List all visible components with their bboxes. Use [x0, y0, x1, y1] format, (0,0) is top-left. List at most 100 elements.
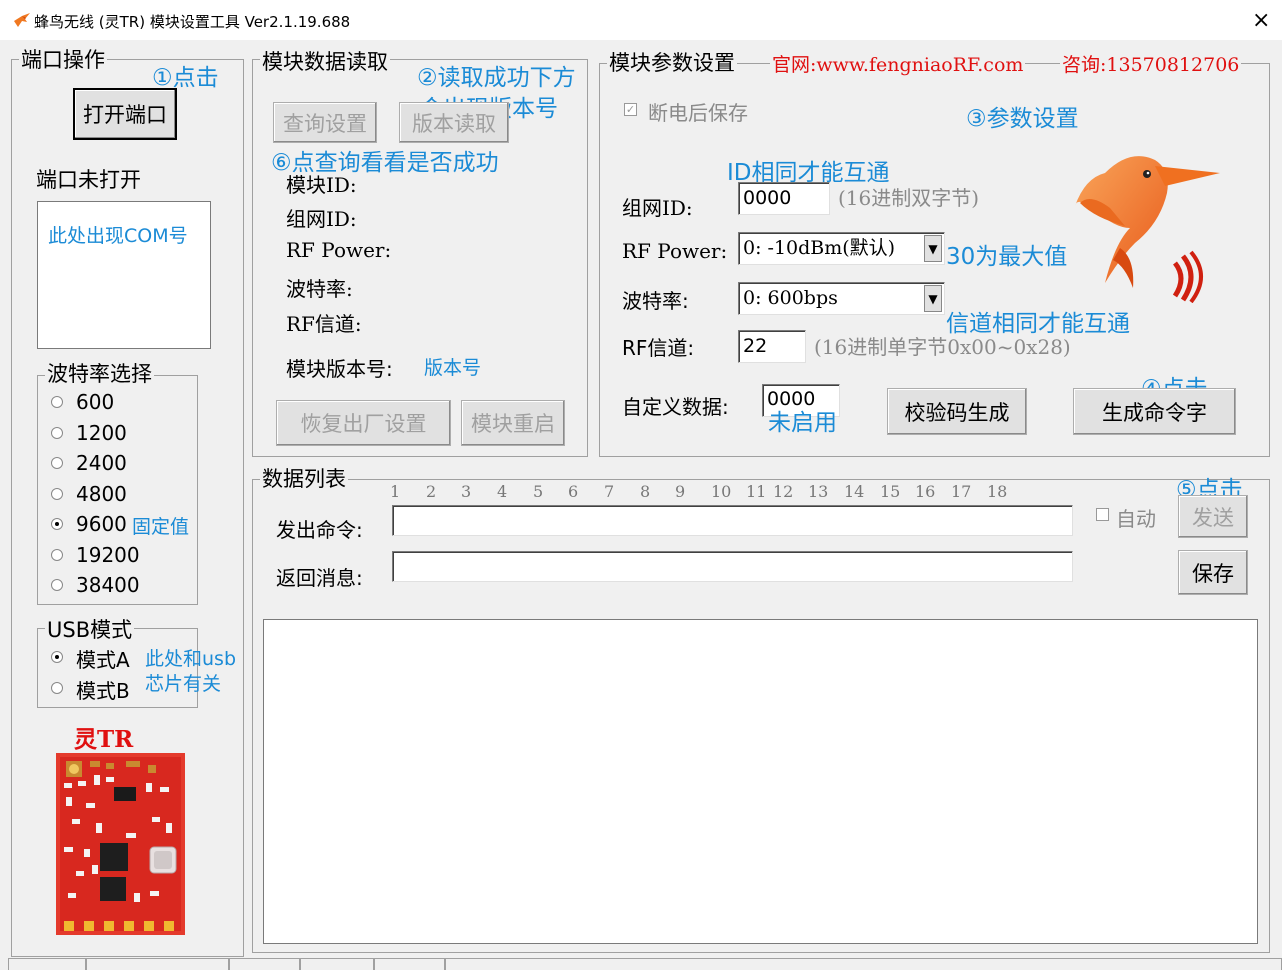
- status-cell: [300, 958, 374, 970]
- ruler-mark: 6: [568, 482, 579, 501]
- auto-label: 自动: [1116, 507, 1156, 531]
- baud-radio-4800[interactable]: [51, 488, 63, 500]
- chip-module-image: [56, 753, 185, 935]
- annotation-max-value: 30为最大值: [946, 244, 1068, 270]
- auto-checkbox[interactable]: [1096, 508, 1109, 521]
- annotation-read-line1: ②读取成功下方: [417, 65, 576, 91]
- port-group-title: 端口操作: [19, 48, 107, 72]
- datalist-group-title: 数据列表: [260, 467, 348, 491]
- ruler-mark: 1: [390, 482, 401, 501]
- read-rf-power: RF Power:: [286, 238, 392, 262]
- com-hint: 此处出现COM号: [48, 225, 188, 247]
- param-baud-label: 波特率:: [622, 289, 689, 313]
- return-message-input[interactable]: [392, 551, 1073, 582]
- status-cell: [86, 958, 229, 970]
- baud-radio-9600[interactable]: [51, 518, 63, 530]
- params-group-title: 模块参数设置: [607, 51, 737, 75]
- save-button[interactable]: 保存: [1178, 550, 1248, 595]
- read-group-title: 模块数据读取: [260, 50, 390, 74]
- net-id-hint: (16进制双字节): [838, 186, 980, 210]
- annotation-unused: 未启用: [768, 410, 837, 436]
- usb-group-title: USB模式: [45, 618, 135, 642]
- usb-radio-mode-a[interactable]: [51, 651, 63, 663]
- ruler-mark: 9: [675, 482, 686, 501]
- baud-option-19200: 19200: [76, 543, 140, 567]
- status-cell: [229, 958, 300, 970]
- status-cell: [445, 958, 1282, 970]
- net-id-input[interactable]: 0000: [738, 182, 830, 215]
- hummingbird-logo-icon: [1075, 156, 1220, 303]
- generate-command-button[interactable]: 生成命令字: [1073, 388, 1236, 435]
- return-message-label: 返回消息:: [276, 566, 363, 590]
- baud-option-38400: 38400: [76, 573, 140, 597]
- log-area[interactable]: [263, 619, 1258, 944]
- ruler-mark: 5: [533, 482, 544, 501]
- param-rf-power-label: RF Power:: [622, 239, 728, 263]
- open-port-button[interactable]: 打开端口: [73, 88, 177, 140]
- baud-radio-19200[interactable]: [51, 549, 63, 561]
- usb-mode-a-label: 模式A: [76, 648, 130, 672]
- baud-option-9600: 9600: [76, 512, 127, 536]
- save-after-poweroff-label: 断电后保存: [648, 101, 748, 125]
- ruler-mark: 7: [604, 482, 615, 501]
- params-website: 官网:www.fengniaoRF.com: [770, 53, 1026, 77]
- port-status: 端口未打开: [36, 168, 141, 192]
- annotation-fixed-value: 固定值: [132, 516, 190, 538]
- ruler-mark: 11: [746, 482, 767, 501]
- module-reboot-button[interactable]: 模块重启: [461, 400, 565, 446]
- annotation-usb-line1: 此处和usb: [145, 648, 237, 670]
- query-settings-button[interactable]: 查询设置: [273, 102, 377, 143]
- send-command-label: 发出命令:: [276, 518, 363, 542]
- baud-radio-2400[interactable]: [51, 457, 63, 469]
- read-version-label: 模块版本号:: [286, 357, 393, 381]
- read-rf-channel: RF信道:: [286, 312, 362, 336]
- window-title: 蜂鸟无线 (灵TR) 模块设置工具 Ver2.1.19.688: [34, 13, 351, 31]
- chip-label: 灵TR: [74, 726, 134, 753]
- ruler-mark: 15: [880, 482, 901, 501]
- app-logo-icon: [14, 13, 30, 27]
- baud-radio-38400[interactable]: [51, 579, 63, 591]
- params-consult: 咨询:13570812706: [1060, 53, 1242, 77]
- send-command-input[interactable]: [392, 505, 1073, 536]
- close-icon[interactable]: ×: [1252, 8, 1270, 33]
- ruler-mark: 17: [951, 482, 972, 501]
- annotation-usb-line2: 芯片有关: [145, 673, 222, 695]
- ruler-mark: 12: [773, 482, 794, 501]
- read-module-id: 模块ID:: [286, 173, 357, 197]
- checksum-button[interactable]: 校验码生成: [887, 388, 1027, 435]
- ruler-mark: 14: [844, 482, 865, 501]
- baud-radio-600[interactable]: [51, 396, 63, 408]
- status-cell: [8, 958, 86, 970]
- ruler-mark: 10: [711, 482, 732, 501]
- read-version-button[interactable]: 版本读取: [399, 102, 509, 143]
- usb-radio-mode-b[interactable]: [51, 682, 63, 694]
- custom-data-label: 自定义数据:: [622, 395, 729, 419]
- baud-select[interactable]: 0: 600bps: [738, 282, 945, 315]
- status-cell: [374, 958, 445, 970]
- read-net-id: 组网ID:: [286, 207, 357, 231]
- save-after-poweroff-checkbox[interactable]: ✓: [624, 103, 637, 116]
- factory-reset-button[interactable]: 恢复出厂设置: [276, 400, 451, 446]
- usb-mode-b-label: 模式B: [76, 679, 130, 703]
- ruler-mark: 4: [497, 482, 508, 501]
- ruler-mark: 8: [640, 482, 651, 501]
- baud-group-title: 波特率选择: [45, 362, 154, 386]
- chevron-down-icon[interactable]: ▼: [924, 285, 942, 312]
- annotation-param-setting: ③参数设置: [966, 106, 1079, 132]
- ruler-mark: 18: [987, 482, 1008, 501]
- param-channel-label: RF信道:: [622, 336, 695, 360]
- rf-channel-input[interactable]: 22: [738, 330, 806, 363]
- param-net-id-label: 组网ID:: [622, 196, 693, 220]
- read-baud-rate: 波特率:: [286, 277, 353, 301]
- ruler-mark: 16: [915, 482, 936, 501]
- channel-hint: (16进制单字节0x00~0x28): [814, 335, 1071, 359]
- baud-radio-1200[interactable]: [51, 427, 63, 439]
- read-version-value: 版本号: [424, 357, 482, 379]
- baud-option-4800: 4800: [76, 482, 127, 506]
- baud-option-1200: 1200: [76, 421, 127, 445]
- chevron-down-icon[interactable]: ▼: [924, 235, 942, 262]
- ruler-mark: 13: [808, 482, 829, 501]
- rf-power-select[interactable]: 0: -10dBm(默认): [738, 232, 945, 265]
- send-button[interactable]: 发送: [1178, 495, 1248, 538]
- baud-option-600: 600: [76, 390, 115, 414]
